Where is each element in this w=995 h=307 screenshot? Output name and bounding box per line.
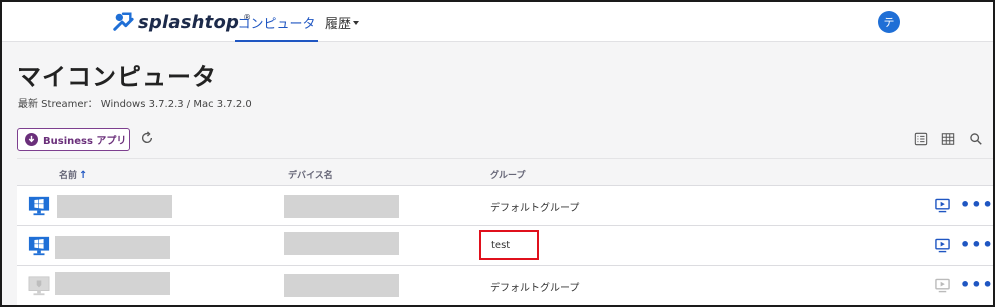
column-header-name[interactable]: 名前 ↑ bbox=[59, 168, 87, 181]
splashtop-logo[interactable]: splashtop ® bbox=[112, 9, 251, 35]
download-icon bbox=[25, 133, 38, 146]
splashtop-logo-icon bbox=[113, 12, 134, 31]
device-name-redacted bbox=[284, 232, 399, 255]
windows-computer-icon bbox=[28, 236, 50, 256]
table-row[interactable]: test ••• bbox=[17, 226, 993, 266]
device-name-redacted bbox=[284, 195, 399, 218]
table-header: 名前 ↑ デバイス名 グループ bbox=[17, 158, 993, 186]
app-window: splashtop ® コンピュータ 履歴 テ マイコンピュータ 最新 Stre… bbox=[0, 0, 995, 307]
more-options-icon[interactable]: ••• bbox=[960, 195, 993, 214]
chevron-down-icon bbox=[353, 21, 360, 25]
streamer-version-info: 最新 Streamer： Windows 3.7.2.3 / Mac 3.7.2… bbox=[18, 99, 252, 110]
page-title: マイコンピュータ bbox=[17, 63, 217, 91]
device-name-redacted bbox=[284, 274, 399, 297]
list-view-icon[interactable] bbox=[914, 132, 928, 146]
more-options-icon[interactable]: ••• bbox=[960, 275, 993, 294]
computer-name-redacted bbox=[55, 272, 170, 295]
column-name-label: 名前 bbox=[59, 171, 78, 181]
table-row[interactable]: デフォルトグループ ••• bbox=[17, 186, 993, 226]
avatar-initial: テ bbox=[883, 16, 895, 29]
column-header-group[interactable]: グループ bbox=[490, 168, 525, 181]
tab-history-label: 履歴 bbox=[325, 16, 352, 32]
computer-name-redacted bbox=[55, 236, 170, 259]
top-navigation-bar: splashtop ® コンピュータ 履歴 テ bbox=[2, 2, 993, 42]
business-app-button[interactable]: Business アプリ bbox=[17, 128, 130, 151]
tab-history[interactable]: 履歴 bbox=[325, 2, 360, 42]
column-group-label: グループ bbox=[490, 171, 526, 181]
group-name: test bbox=[491, 239, 511, 251]
business-app-label: Business アプリ bbox=[43, 136, 127, 147]
avatar[interactable]: テ bbox=[878, 11, 900, 33]
windows-computer-icon bbox=[28, 196, 50, 216]
tab-computers[interactable]: コンピュータ bbox=[235, 2, 318, 42]
grid-view-icon[interactable] bbox=[941, 132, 955, 146]
search-icon[interactable] bbox=[969, 132, 983, 146]
group-name: デフォルトグループ bbox=[490, 283, 580, 294]
column-device-name-label: デバイス名 bbox=[288, 171, 333, 181]
tab-computers-label: コンピュータ bbox=[237, 16, 316, 32]
computer-name-redacted bbox=[57, 195, 172, 218]
offline-computer-icon bbox=[28, 276, 50, 296]
sort-arrow-icon: ↑ bbox=[79, 170, 88, 181]
logo-wordmark: splashtop bbox=[138, 11, 240, 33]
remote-connect-icon[interactable] bbox=[935, 238, 950, 253]
more-options-icon[interactable]: ••• bbox=[960, 235, 993, 254]
remote-connect-disabled-icon bbox=[935, 278, 950, 293]
column-header-device-name[interactable]: デバイス名 bbox=[288, 168, 333, 181]
table-row[interactable]: デフォルトグループ ••• bbox=[17, 266, 993, 305]
remote-connect-icon[interactable] bbox=[935, 198, 950, 213]
highlighted-group-cell: test bbox=[479, 230, 539, 260]
refresh-icon[interactable] bbox=[140, 131, 154, 145]
group-name: デフォルトグループ bbox=[490, 203, 580, 214]
